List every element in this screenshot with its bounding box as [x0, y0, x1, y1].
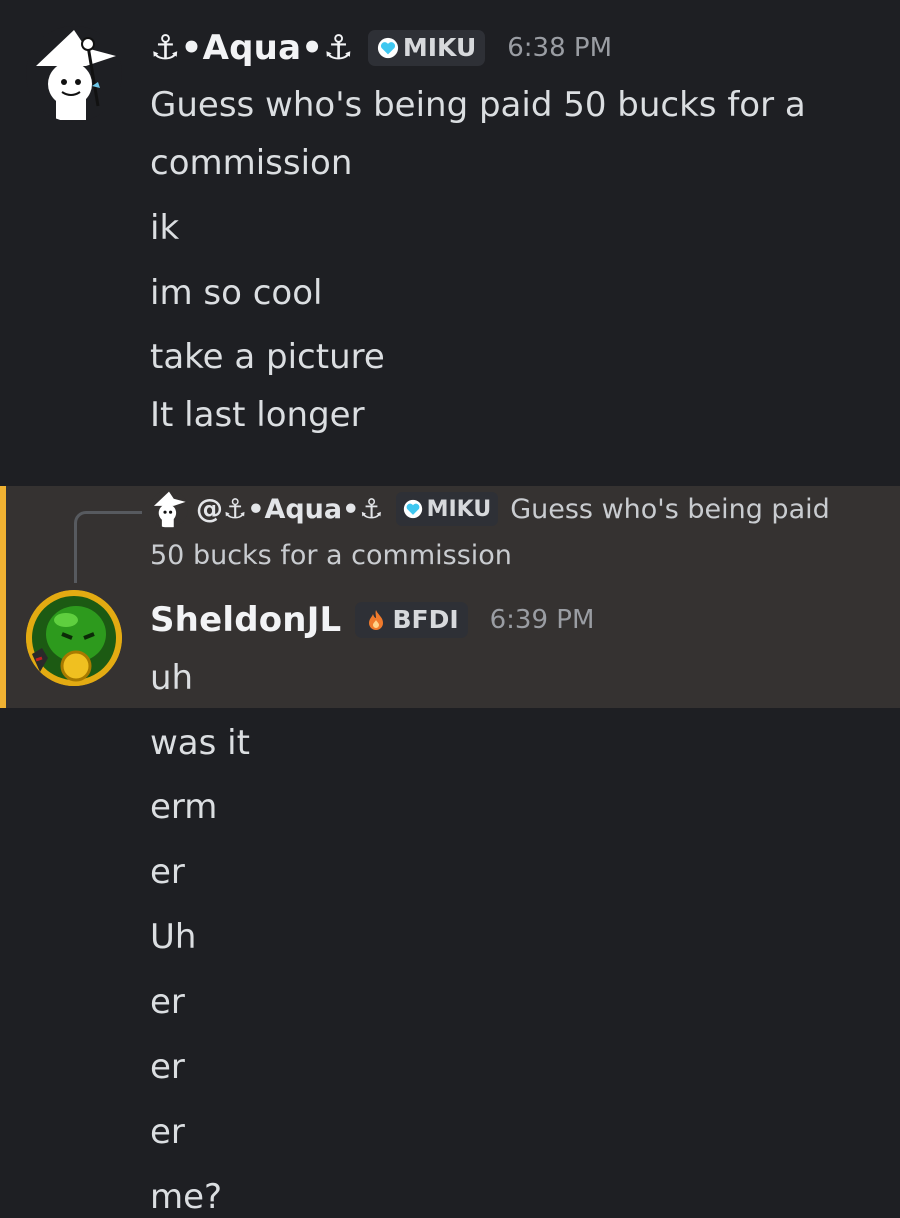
- heart-icon: [377, 37, 398, 58]
- message-line: me?: [150, 1177, 223, 1217]
- server-tag-label: MIKU: [402, 33, 477, 62]
- flame-icon: [369, 609, 384, 630]
- message-line: ik: [150, 208, 180, 248]
- username[interactable]: ⚓•Aqua•⚓: [150, 28, 354, 68]
- message-line: er: [150, 1047, 185, 1087]
- reply-preview-continued[interactable]: 50 bucks for a commission: [150, 540, 512, 571]
- message-line: er: [150, 852, 185, 892]
- message-header: ⚓•Aqua•⚓ MIKU 6:38 PM: [150, 28, 612, 68]
- message-line: Guess who's being paid 50 bucks for a: [150, 85, 806, 125]
- avatar-aqua[interactable]: [26, 26, 122, 122]
- server-tag-label: BFDI: [392, 605, 459, 634]
- avatar-sheldon[interactable]: [26, 590, 122, 686]
- message-line: It last longer: [150, 395, 365, 435]
- timestamp[interactable]: 6:38 PM: [507, 33, 612, 63]
- message-header: SheldonJL BFDI 6:39 PM: [150, 600, 594, 640]
- message-group-aqua: ⚓•Aqua•⚓ MIKU 6:38 PM Guess who's being …: [0, 0, 900, 470]
- message-line: er: [150, 1112, 185, 1152]
- server-tag[interactable]: MIKU: [367, 30, 486, 66]
- message-line: uh: [150, 658, 194, 698]
- message-line: was it: [150, 723, 250, 763]
- timestamp[interactable]: 6:39 PM: [490, 605, 595, 635]
- message-line: im so cool: [150, 273, 323, 313]
- message-group-sheldon: SheldonJL BFDI 6:39 PM uh was it erm er …: [0, 590, 900, 1218]
- reply-server-tag: MIKU: [395, 492, 499, 526]
- reply-reference[interactable]: @⚓•Aqua•⚓ MIKU Guess who's being paid: [150, 490, 830, 528]
- message-line: er: [150, 982, 185, 1022]
- message-line: Uh: [150, 917, 197, 957]
- message-line: commission: [150, 143, 353, 183]
- heart-icon: [403, 499, 422, 519]
- reply-avatar: [150, 490, 188, 528]
- reply-preview[interactable]: Guess who's being paid: [510, 494, 830, 525]
- reply-author[interactable]: @⚓•Aqua•⚓: [196, 494, 384, 525]
- server-tag[interactable]: BFDI: [355, 602, 468, 638]
- reply-server-tag-label: MIKU: [426, 496, 492, 522]
- message-line: take a picture: [150, 337, 385, 377]
- reply-spine: [74, 511, 142, 583]
- message-line: erm: [150, 787, 218, 827]
- username[interactable]: SheldonJL: [150, 600, 341, 640]
